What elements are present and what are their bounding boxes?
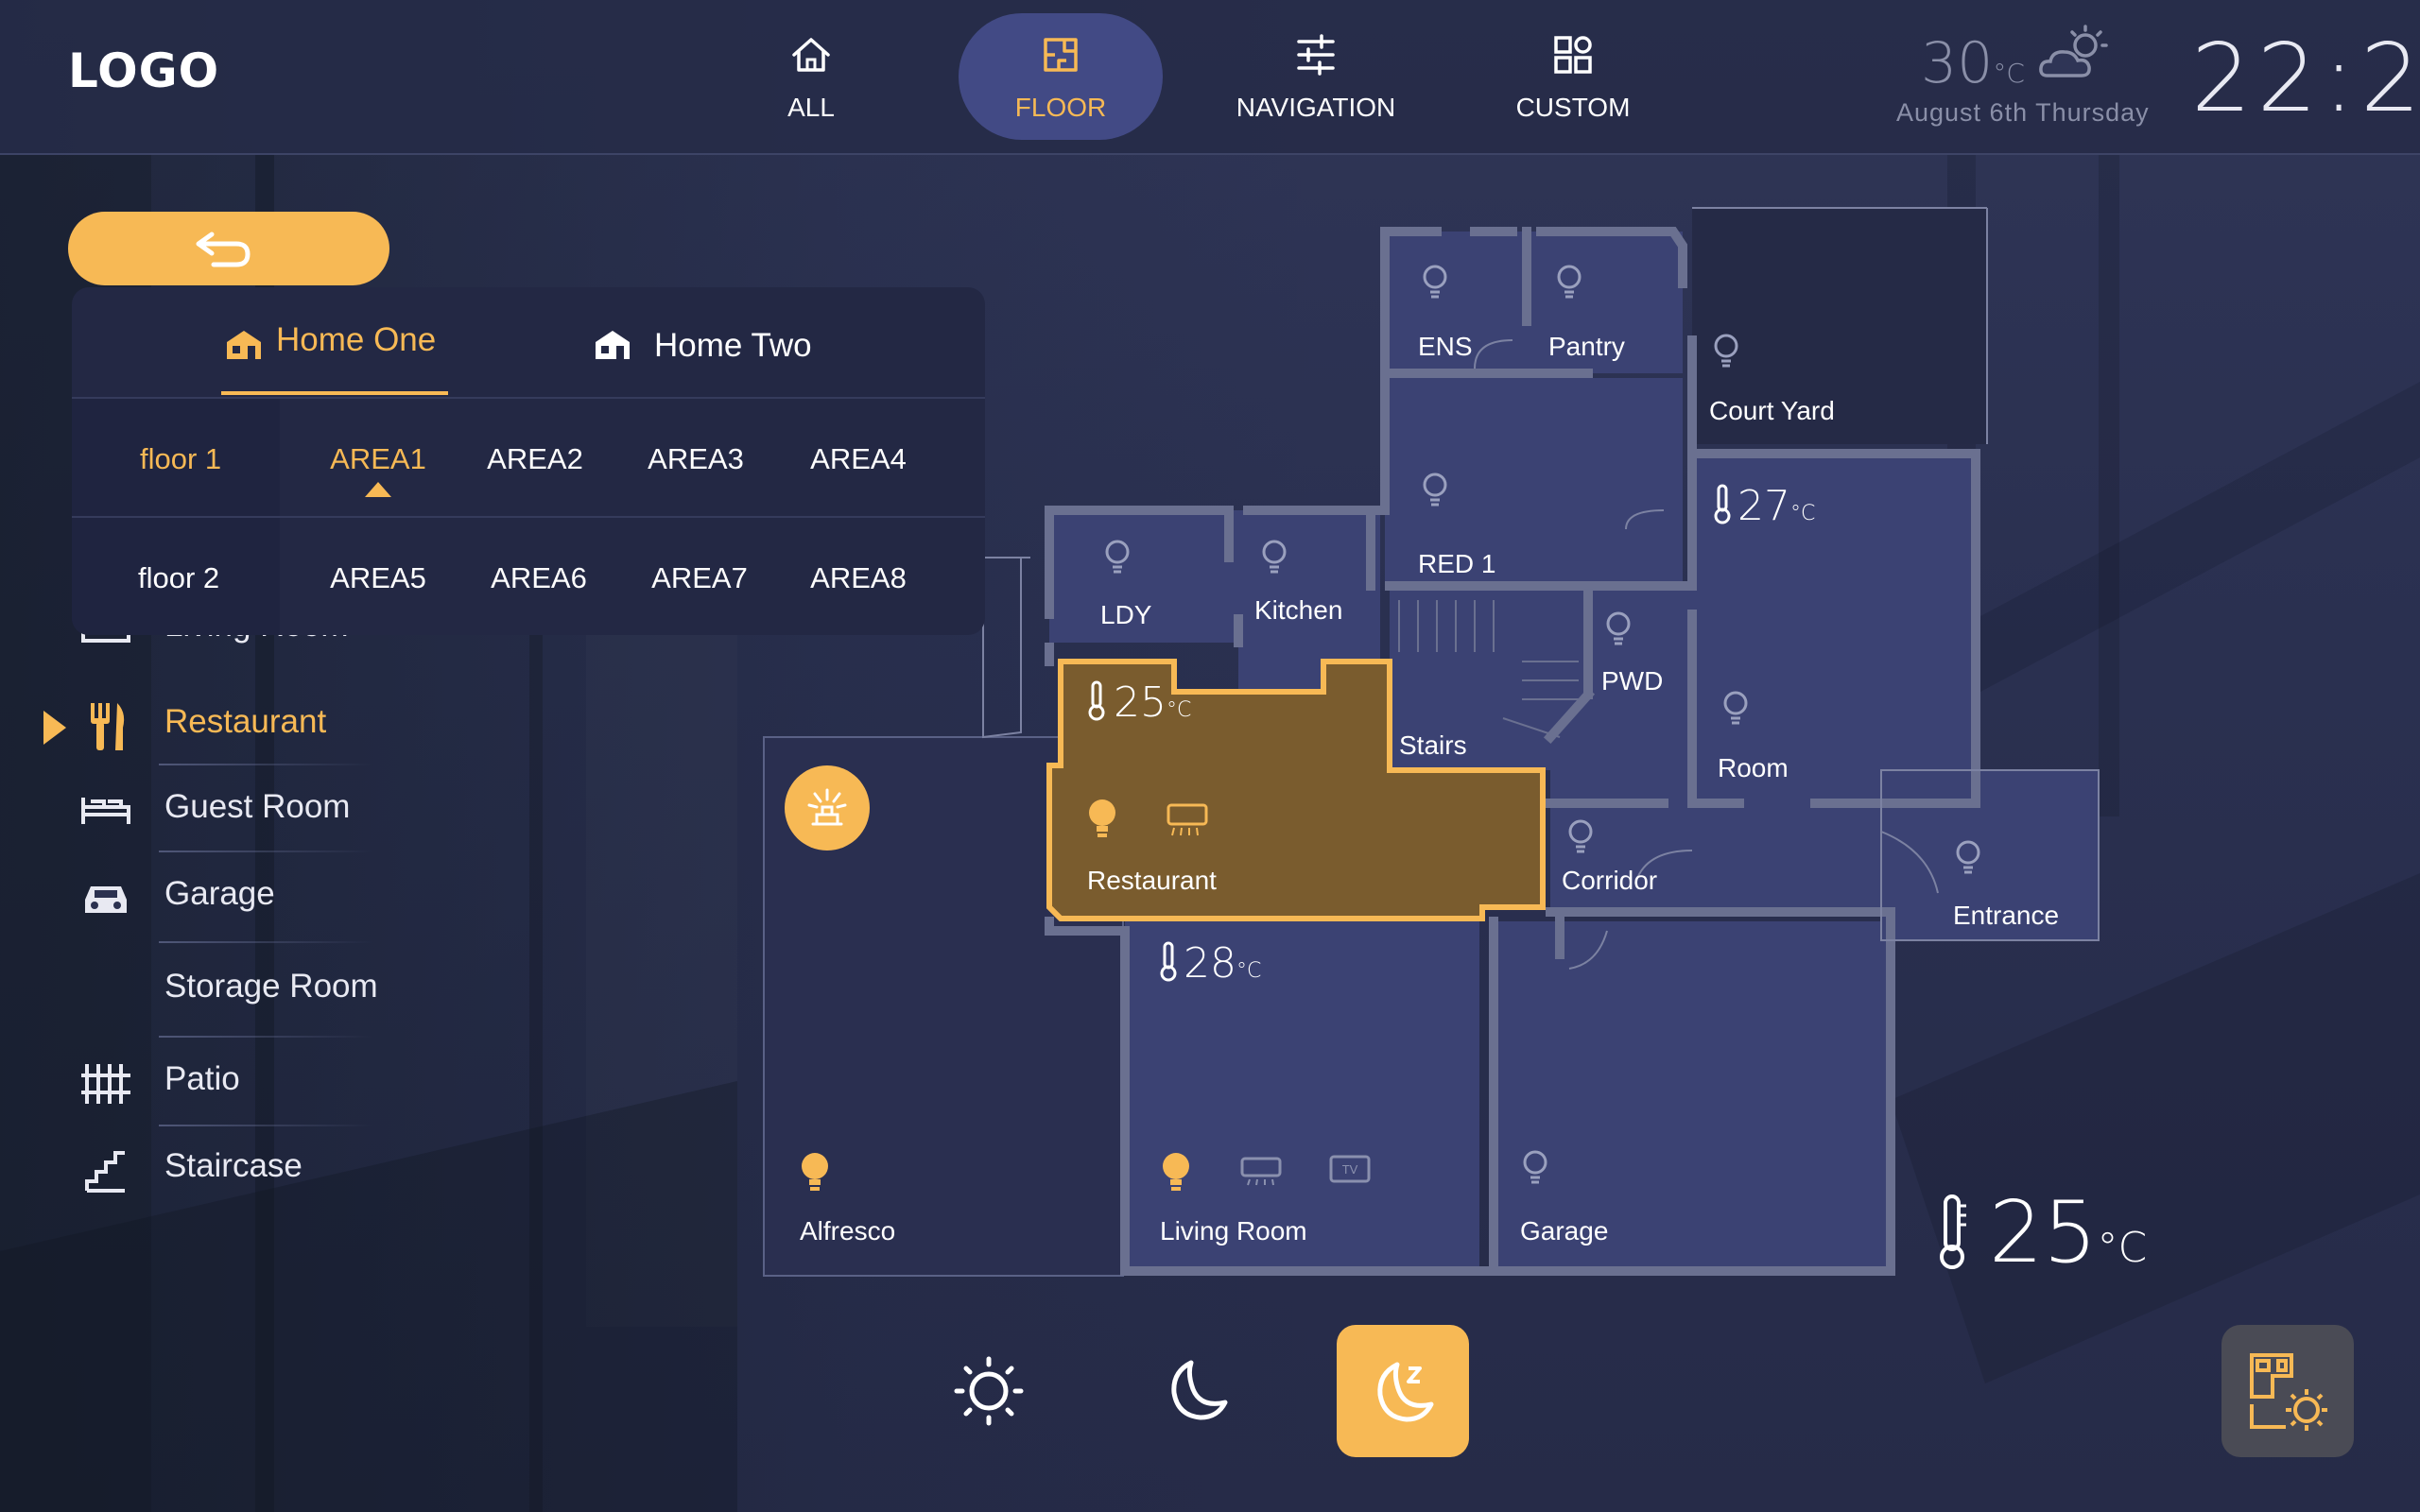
area-8[interactable]: AREA8 bbox=[783, 561, 934, 595]
floor-1[interactable]: floor 1 bbox=[140, 442, 221, 476]
room-list-item-restaurant[interactable]: Restaurant bbox=[79, 690, 372, 765]
house-icon bbox=[227, 331, 261, 359]
area-3[interactable]: AREA3 bbox=[620, 442, 771, 476]
sprinkler-button[interactable] bbox=[785, 765, 870, 850]
room-list-item-garage[interactable]: Garage bbox=[79, 862, 372, 937]
area-2[interactable]: AREA2 bbox=[459, 442, 611, 476]
divider bbox=[159, 764, 372, 765]
room-label-kitchen: Kitchen bbox=[1254, 595, 1342, 625]
room-label-corridor: Corridor bbox=[1562, 866, 1657, 895]
area-6[interactable]: AREA6 bbox=[463, 561, 614, 595]
area-1[interactable]: AREA1 bbox=[302, 442, 454, 476]
home-tab-home-two[interactable]: Home Two bbox=[592, 287, 819, 397]
divider bbox=[159, 1036, 372, 1038]
fork-knife-icon bbox=[91, 703, 125, 750]
room-label-ens: ENS bbox=[1418, 332, 1473, 361]
home-tab-home-one[interactable]: Home One bbox=[223, 287, 441, 397]
room-label-stairs: Stairs bbox=[1399, 730, 1467, 760]
night-mode-button[interactable] bbox=[1131, 1325, 1263, 1457]
room-label-ldy: LDY bbox=[1100, 600, 1152, 629]
divider bbox=[72, 516, 985, 518]
sleep-mode-button[interactable] bbox=[1337, 1325, 1469, 1457]
back-button[interactable] bbox=[68, 212, 389, 285]
sprinkler-icon bbox=[807, 788, 847, 826]
stairs-icon bbox=[85, 1151, 125, 1193]
room-list-item-guest-room[interactable]: Guest Room bbox=[79, 775, 372, 850]
outdoor-temperature: 25°C bbox=[1989, 1183, 2148, 1282]
room-label-alfresco: Alfresco bbox=[800, 1216, 895, 1246]
floor-settings-icon bbox=[2250, 1353, 2327, 1431]
room-label-entrance: Entrance bbox=[1953, 901, 2059, 930]
room-label-garage: Garage bbox=[1520, 1216, 1608, 1246]
area-4[interactable]: AREA4 bbox=[783, 442, 934, 476]
room-label-living-room: Living Room bbox=[1160, 1216, 1307, 1246]
day-mode-button[interactable] bbox=[923, 1325, 1055, 1457]
active-area-caret bbox=[365, 482, 391, 497]
room-label-red1: RED 1 bbox=[1418, 549, 1495, 578]
area-selector-panel: Home One Home Two floor 1 floor 2 AREA1 … bbox=[72, 287, 985, 635]
selected-room-pointer bbox=[43, 711, 66, 745]
fence-icon bbox=[81, 1064, 130, 1104]
house-icon bbox=[596, 331, 630, 359]
thermometer-icon bbox=[1940, 1194, 1966, 1269]
room-label-restaurant: Restaurant bbox=[1087, 866, 1217, 895]
room-list-item-storage-room[interactable]: Storage Room bbox=[79, 954, 378, 1030]
room-label-pwd: PWD bbox=[1601, 666, 1663, 696]
sleep-moon-icon bbox=[1377, 1362, 1434, 1422]
room-label-pantry: Pantry bbox=[1548, 332, 1625, 361]
divider bbox=[159, 1125, 372, 1126]
room-label-court-yard: Court Yard bbox=[1709, 396, 1835, 425]
area-5[interactable]: AREA5 bbox=[302, 561, 454, 595]
divider bbox=[159, 850, 372, 852]
svg-text:TV: TV bbox=[1342, 1162, 1358, 1177]
undo-arrow-icon bbox=[196, 232, 251, 267]
room-list-item-staircase[interactable]: Staircase bbox=[79, 1134, 372, 1210]
room-label-room: Room bbox=[1718, 753, 1789, 782]
room-list-item-patio[interactable]: Patio bbox=[79, 1047, 372, 1123]
area-7[interactable]: AREA7 bbox=[624, 561, 775, 595]
moon-icon bbox=[1171, 1360, 1228, 1420]
active-tab-underline bbox=[221, 391, 448, 395]
floor-2[interactable]: floor 2 bbox=[138, 561, 219, 595]
room-bedroom[interactable] bbox=[1692, 454, 1976, 803]
room-temperature-restaurant: 25°C bbox=[1114, 679, 1191, 727]
scene-settings-button[interactable] bbox=[2221, 1325, 2354, 1457]
bed-icon bbox=[81, 798, 130, 824]
sun-icon bbox=[954, 1356, 1024, 1426]
divider bbox=[159, 941, 372, 943]
car-icon bbox=[85, 886, 127, 913]
